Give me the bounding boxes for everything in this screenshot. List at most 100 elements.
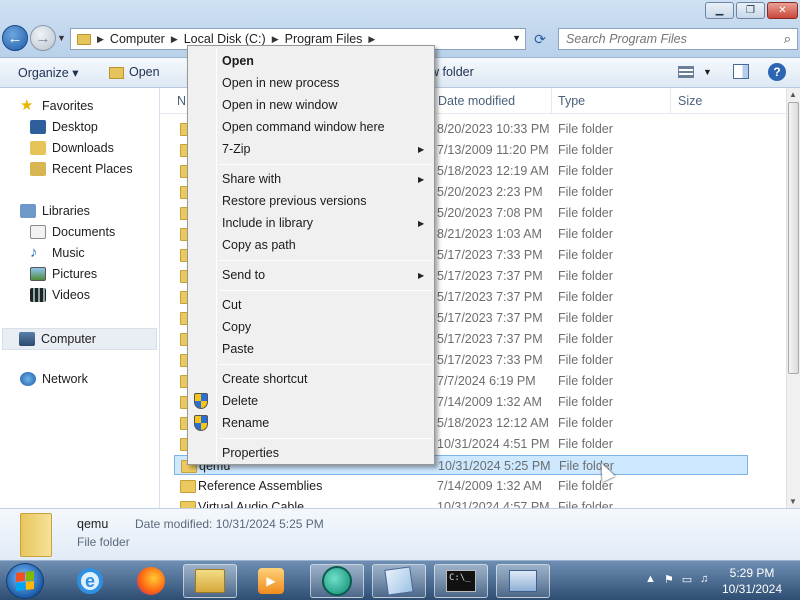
menu-item-send-to[interactable]: Send to — [222, 268, 265, 282]
forward-button[interactable]: → — [30, 25, 56, 51]
menu-item-copy[interactable]: Copy — [222, 320, 251, 334]
window-controls: ▁ ❐ ✕ — [705, 2, 798, 19]
column-divider[interactable] — [551, 88, 552, 114]
refresh-icon[interactable]: ⟳ — [529, 28, 551, 50]
taskbar-command-prompt[interactable]: C:\_ — [434, 564, 488, 598]
organize-button[interactable]: Organize ▾ — [18, 65, 78, 80]
menu-item-open-new-process[interactable]: Open in new process — [222, 76, 339, 90]
network-tray-icon[interactable]: ▭ — [682, 573, 692, 586]
taskbar-qemu[interactable] — [310, 564, 364, 598]
pictures-icon — [30, 267, 46, 281]
internet-explorer-icon: e — [77, 568, 103, 594]
uac-shield-icon — [194, 415, 208, 431]
back-button[interactable]: ← — [2, 25, 28, 51]
show-hidden-icons-icon[interactable]: ▲ — [645, 573, 656, 586]
taskbar-internet-explorer[interactable]: e — [63, 564, 117, 598]
nav-libraries-label: Libraries — [42, 204, 90, 218]
search-icon[interactable]: ⌕ — [784, 31, 791, 47]
taskbar-media-player[interactable]: ▶ — [244, 564, 298, 598]
taskbar-firefox[interactable] — [124, 564, 178, 598]
table-row[interactable]: Reference Assemblies 7/14/2009 1:32 AM Fil… — [174, 476, 748, 496]
search-input[interactable] — [566, 32, 766, 46]
column-type[interactable]: Type — [558, 94, 585, 108]
file-date-modified: 5/17/2023 7:33 PM — [437, 353, 543, 367]
nav-desktop-label: Desktop — [52, 120, 98, 134]
breadcrumb-separator[interactable]: ▶ — [272, 34, 279, 45]
breadcrumb-program-files[interactable]: Program Files — [285, 32, 363, 46]
menu-item-open[interactable]: Open — [222, 54, 254, 68]
scroll-up-icon[interactable]: ▲ — [789, 90, 797, 99]
notepad-icon — [384, 566, 414, 596]
nav-music[interactable]: ♪ Music — [30, 245, 85, 260]
vertical-scrollbar[interactable]: ▲ ▼ — [786, 88, 800, 508]
menu-item-rename[interactable]: Rename — [222, 416, 269, 430]
nav-videos[interactable]: Videos — [30, 288, 90, 302]
help-icon[interactable]: ? — [768, 63, 786, 81]
new-folder-button[interactable]: w folder — [430, 65, 474, 79]
nav-libraries[interactable]: Libraries — [20, 204, 90, 218]
action-center-icon[interactable]: ⚑ — [664, 573, 674, 586]
breadcrumb-separator[interactable]: ▶ — [368, 34, 375, 45]
column-name[interactable]: N — [177, 94, 186, 108]
search-box[interactable]: ⌕ — [558, 28, 798, 50]
breadcrumb-separator[interactable]: ▶ — [171, 34, 178, 45]
file-type: File folder — [558, 353, 613, 367]
preview-pane-icon[interactable] — [733, 64, 749, 79]
menu-item-open-new-window[interactable]: Open in new window — [222, 98, 337, 112]
change-view-icon[interactable] — [678, 66, 694, 78]
nav-recent-places[interactable]: Recent Places — [30, 162, 133, 176]
command-prompt-icon: C:\_ — [446, 570, 476, 592]
menu-item-cut[interactable]: Cut — [222, 298, 241, 312]
nav-music-label: Music — [52, 246, 85, 260]
column-date-modified[interactable]: Date modified — [438, 94, 515, 108]
volume-icon[interactable]: ♫ — [700, 573, 708, 586]
nav-network[interactable]: Network — [20, 372, 88, 386]
file-date-modified: 5/17/2023 7:33 PM — [437, 248, 543, 262]
menu-item-properties[interactable]: Properties — [222, 446, 279, 460]
column-size[interactable]: Size — [678, 94, 702, 108]
menu-item-7zip[interactable]: 7-Zip — [222, 142, 250, 156]
breadcrumb-computer[interactable]: Computer — [110, 32, 165, 46]
maximize-button[interactable]: ❐ — [736, 2, 765, 19]
minimize-button[interactable]: ▁ — [705, 2, 734, 19]
file-name: Reference Assemblies — [198, 479, 323, 493]
menu-item-include-in-library[interactable]: Include in library — [222, 216, 313, 230]
menu-item-restore-previous-versions[interactable]: Restore previous versions — [222, 194, 367, 208]
column-divider[interactable] — [670, 88, 671, 114]
menu-item-create-shortcut[interactable]: Create shortcut — [222, 372, 307, 386]
breadcrumb-local-disk[interactable]: Local Disk (C:) — [184, 32, 266, 46]
start-button[interactable] — [6, 563, 44, 599]
taskbar-network-app[interactable] — [496, 564, 550, 598]
nav-favorites[interactable]: ★ Favorites — [20, 98, 93, 113]
downloads-icon — [30, 141, 46, 155]
submenu-arrow-icon: ▶ — [418, 175, 425, 184]
file-type: File folder — [558, 143, 613, 157]
menu-item-delete[interactable]: Delete — [222, 394, 258, 408]
recent-pages-dropdown[interactable]: ▼ — [57, 33, 66, 43]
file-date-modified: 7/14/2009 1:32 AM — [437, 479, 542, 493]
nav-computer[interactable]: Computer — [2, 328, 157, 350]
file-type: File folder — [558, 311, 613, 325]
menu-item-share-with[interactable]: Share with — [222, 172, 281, 186]
nav-downloads[interactable]: Downloads — [30, 141, 114, 155]
taskbar-notepad[interactable] — [372, 564, 426, 598]
file-type: File folder — [558, 227, 613, 241]
menu-item-paste[interactable]: Paste — [222, 342, 254, 356]
close-button[interactable]: ✕ — [767, 2, 798, 19]
scroll-down-icon[interactable]: ▼ — [789, 497, 797, 506]
open-button[interactable]: Open — [129, 65, 160, 79]
taskbar-windows-explorer[interactable] — [183, 564, 237, 598]
views-dropdown-icon[interactable]: ▼ — [703, 67, 712, 77]
nav-videos-label: Videos — [52, 288, 90, 302]
menu-item-open-command-window[interactable]: Open command window here — [222, 120, 385, 134]
nav-documents-label: Documents — [52, 225, 116, 239]
context-menu: Open Open in new process Open in new win… — [187, 45, 435, 465]
scroll-thumb[interactable] — [788, 102, 799, 374]
menu-item-copy-as-path[interactable]: Copy as path — [222, 238, 296, 252]
address-dropdown-icon[interactable]: ▼ — [512, 33, 521, 43]
clock[interactable]: 5:29 PM 10/31/2024 — [712, 565, 792, 597]
nav-documents[interactable]: Documents — [30, 225, 115, 239]
nav-pictures[interactable]: Pictures — [30, 267, 97, 281]
nav-desktop[interactable]: Desktop — [30, 120, 98, 134]
file-type: File folder — [558, 374, 613, 388]
